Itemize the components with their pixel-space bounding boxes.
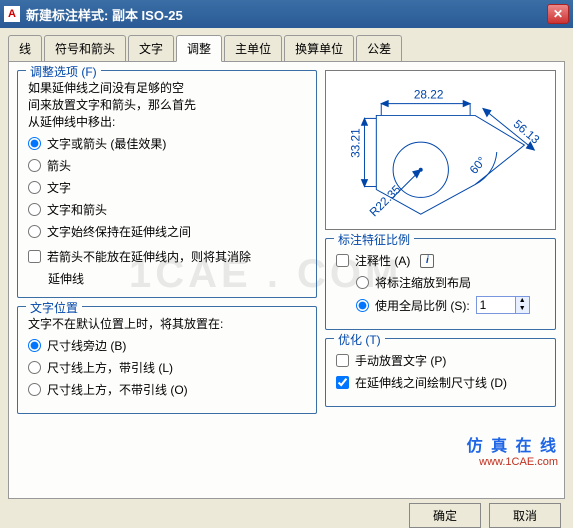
tab-alt[interactable]: 换算单位 (284, 35, 354, 62)
scale-title: 标注特征比例 (334, 231, 414, 248)
tab-strip: 线 符号和箭头 文字 调整 主单位 换算单位 公差 (0, 28, 573, 61)
scale-radio-global[interactable] (356, 299, 369, 312)
text-pos-title: 文字位置 (26, 299, 82, 316)
dim-ang: 60° (467, 154, 489, 177)
tune-label-drawline: 在延伸线之间绘制尺寸线 (D) (355, 374, 507, 391)
fit-check-suppress[interactable] (28, 250, 41, 263)
info-icon[interactable]: i (420, 254, 434, 268)
fit-options-title: 调整选项 (F) (26, 63, 101, 80)
tab-text[interactable]: 文字 (128, 35, 174, 62)
spin-up-icon[interactable]: ▲ (515, 297, 529, 305)
textpos-radio-beside[interactable] (28, 339, 41, 352)
textpos-label-noleader: 尺寸线上方，不带引线 (O) (47, 381, 188, 398)
fit-label-suppress-b: 延伸线 (48, 270, 306, 287)
tab-tol[interactable]: 公差 (356, 35, 402, 62)
tune-check-manual[interactable] (336, 354, 349, 367)
fit-radio-text[interactable] (28, 181, 41, 194)
dim-diag: 56.13 (511, 117, 543, 147)
dialog-buttons: 确定 取消 (0, 503, 561, 528)
tune-check-drawline[interactable] (336, 376, 349, 389)
ok-button[interactable]: 确定 (409, 503, 481, 528)
fit-label-both: 文字和箭头 (47, 201, 107, 218)
tune-label-manual: 手动放置文字 (P) (355, 352, 446, 369)
text-pos-group: 文字位置 文字不在默认位置上时，将其放置在: 尺寸线旁边 (B) 尺寸线上方，带… (17, 306, 317, 414)
tune-group: 优化 (T) 手动放置文字 (P) 在延伸线之间绘制尺寸线 (D) (325, 338, 556, 407)
close-icon: ✕ (553, 7, 563, 21)
fit-intro-2: 间来放置文字和箭头，那么首先 (28, 96, 306, 113)
fit-radio-best[interactable] (28, 137, 41, 150)
window-title: 新建标注样式: 副本 ISO-25 (26, 5, 547, 24)
fit-label-arrows: 箭头 (47, 157, 71, 174)
scale-label-annotative: 注释性 (A) (355, 252, 410, 269)
fit-options-group: 调整选项 (F) 如果延伸线之间没有足够的空 间来放置文字和箭头，那么首先 从延… (17, 70, 317, 298)
scale-radio-layout[interactable] (356, 276, 369, 289)
cancel-button[interactable]: 取消 (489, 503, 561, 528)
title-bar: A 新建标注样式: 副本 ISO-25 ✕ (0, 0, 573, 28)
spin-down-icon[interactable]: ▼ (515, 305, 529, 313)
fit-label-best: 文字或箭头 (最佳效果) (47, 135, 166, 152)
fit-radio-both[interactable] (28, 203, 41, 216)
dim-left: 33.21 (349, 128, 363, 158)
tab-primary[interactable]: 主单位 (224, 35, 282, 62)
textpos-label-beside: 尺寸线旁边 (B) (47, 337, 126, 354)
fit-intro-1: 如果延伸线之间没有足够的空 (28, 79, 306, 96)
app-icon: A (4, 6, 20, 22)
watermark-cn: 仿 真 在 线 (467, 432, 558, 456)
fit-label-text: 文字 (47, 179, 71, 196)
fit-label-keep: 文字始终保持在延伸线之间 (47, 223, 191, 240)
dim-rad: R22.35 (367, 182, 404, 219)
fit-radio-keep[interactable] (28, 225, 41, 238)
text-pos-intro: 文字不在默认位置上时，将其放置在: (28, 315, 306, 332)
watermark: 仿 真 在 线 www.1CAE.com (467, 432, 558, 468)
scale-spinner[interactable]: ▲▼ (476, 296, 530, 314)
preview-svg: 28.22 33.21 56.13 60° R22.35 (326, 71, 555, 229)
scale-check-annotative[interactable] (336, 254, 349, 267)
fit-radio-arrows[interactable] (28, 159, 41, 172)
fit-intro-3: 从延伸线中移出: (28, 113, 306, 130)
scale-group: 标注特征比例 注释性 (A) i 将标注缩放到布局 使用全局比例 (S): ▲▼ (325, 238, 556, 330)
scale-label-global: 使用全局比例 (S): (375, 297, 470, 314)
tab-lines[interactable]: 线 (8, 35, 42, 62)
close-button[interactable]: ✕ (547, 4, 569, 24)
dim-top: 28.22 (414, 88, 444, 102)
tab-panel: 1CAE . COM 调整选项 (F) 如果延伸线之间没有足够的空 间来放置文字… (8, 61, 565, 499)
watermark-en: www.1CAE.com (467, 456, 558, 468)
scale-label-layout: 将标注缩放到布局 (375, 274, 471, 291)
textpos-label-leader: 尺寸线上方，带引线 (L) (47, 359, 173, 376)
tune-title: 优化 (T) (334, 331, 385, 348)
textpos-radio-noleader[interactable] (28, 383, 41, 396)
fit-label-suppress-a: 若箭头不能放在延伸线内，则将其消除 (47, 248, 251, 265)
scale-value-input[interactable] (477, 297, 515, 313)
tab-fit[interactable]: 调整 (176, 35, 222, 62)
dimension-preview: 28.22 33.21 56.13 60° R22.35 (325, 70, 556, 230)
textpos-radio-leader[interactable] (28, 361, 41, 374)
tab-symbols[interactable]: 符号和箭头 (44, 35, 126, 62)
